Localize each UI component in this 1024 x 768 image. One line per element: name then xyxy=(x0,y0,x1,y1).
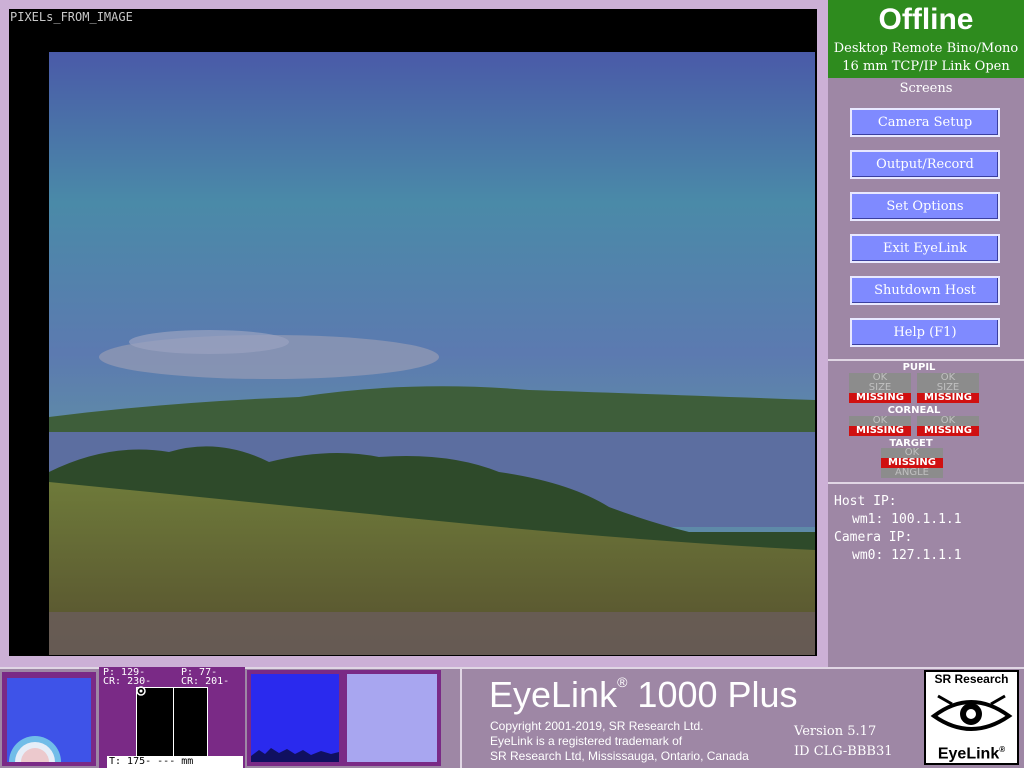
output-record-button[interactable]: Output/Record xyxy=(850,150,1000,179)
host-id: ID CLG-BBB31 xyxy=(794,744,893,759)
pupil-right-indicator: OK SIZE MISSING xyxy=(917,373,979,403)
registered-mark: ® xyxy=(617,674,628,690)
pupil-left-indicator: OK SIZE MISSING xyxy=(849,373,911,403)
missing-label: MISSING xyxy=(917,426,979,436)
status-title: Offline xyxy=(878,3,974,36)
product-brand: EyeLink xyxy=(489,674,618,715)
camera-view-2 xyxy=(247,670,343,766)
logo-top-text: SR Research xyxy=(934,672,1009,686)
logo-registered-mark: ® xyxy=(999,744,1006,754)
network-info: Host IP: wm1: 100.1.1.1 Camera IP: wm0: … xyxy=(834,493,962,565)
screens-heading: Screens xyxy=(899,81,953,96)
missing-label: MISSING xyxy=(849,393,911,403)
logo-brand-text: EyeLink xyxy=(937,745,1000,762)
missing-label: MISSING xyxy=(849,426,911,436)
logo-bottom-text: EyeLink® xyxy=(926,741,1017,763)
help-button[interactable]: Help (F1) xyxy=(850,318,1000,347)
camera-ip-label: Camera IP: xyxy=(834,530,913,545)
threshold-bar: T: 175- --- mm xyxy=(107,756,243,768)
link-status: 16 mm TCP/IP Link Open xyxy=(842,59,1010,74)
camera-view-3 xyxy=(343,670,441,766)
product-name: EyeLink® 1000 Plus xyxy=(489,674,798,716)
status-box: Offline Desktop Remote Bino/Mono 16 mm T… xyxy=(828,0,1024,78)
host-ip-value: wm1: 100.1.1.1 xyxy=(852,512,962,527)
target-marker-icon xyxy=(136,686,146,696)
camera-setup-button[interactable]: Camera Setup xyxy=(850,108,1000,137)
tracking-mode: Desktop Remote Bino/Mono xyxy=(833,41,1019,56)
pupil-cr-threshold-panel: P: 129- CR: 230- P: 77- CR: 201- T: 175-… xyxy=(99,667,245,768)
landscape-image xyxy=(49,52,815,655)
eye-camera-image xyxy=(7,678,91,762)
product-model: 1000 Plus xyxy=(637,674,798,715)
target-indicator: OK MISSING ANGLE xyxy=(881,448,943,478)
sr-research-logo: SR Research EyeLink® xyxy=(924,670,1019,765)
copyright-notice: Copyright 2001-2019, SR Research Ltd. Ey… xyxy=(490,719,749,764)
corneal-heading: CORNEAL xyxy=(887,405,941,416)
host-ip-label: Host IP: xyxy=(834,494,897,509)
threshold-graph xyxy=(136,686,208,757)
pupil-heading: PUPIL xyxy=(902,362,936,373)
eye-camera-view xyxy=(2,672,96,766)
shutdown-host-button[interactable]: Shutdown Host xyxy=(850,276,1000,305)
angle-label: ANGLE xyxy=(895,467,929,478)
host-display-area: PIXELs_FROM_IMAGE xyxy=(0,0,828,667)
camera-ip-value: wm0: 127.1.1.1 xyxy=(852,548,962,563)
corneal-right-indicator: OK MISSING xyxy=(917,416,979,436)
corneal-left-indicator: OK MISSING xyxy=(849,416,911,436)
right-panel: Offline Desktop Remote Bino/Mono 16 mm T… xyxy=(828,0,1024,667)
camera-image-3 xyxy=(347,674,437,762)
copyright-line: SR Research Ltd, Mississauga, Ontario, C… xyxy=(490,749,749,763)
set-options-button[interactable]: Set Options xyxy=(850,192,1000,221)
exit-eyelink-button[interactable]: Exit EyeLink xyxy=(850,234,1000,263)
divider xyxy=(828,359,1024,361)
missing-label: MISSING xyxy=(917,393,979,403)
version-number: Version 5.17 xyxy=(794,724,877,739)
version-info: Version 5.17 ID CLG-BBB31 xyxy=(794,722,893,762)
camera-image-2 xyxy=(251,674,339,762)
display-label: PIXELs_FROM_IMAGE xyxy=(10,10,133,24)
divider xyxy=(828,482,1024,484)
copyright-line: EyeLink is a registered trademark of xyxy=(490,734,683,748)
copyright-line: Copyright 2001-2019, SR Research Ltd. xyxy=(490,719,704,733)
bottom-strip: P: 129- CR: 230- P: 77- CR: 201- T: 175-… xyxy=(0,667,1024,768)
eye-logo-icon xyxy=(930,694,1013,731)
divider xyxy=(460,669,462,768)
